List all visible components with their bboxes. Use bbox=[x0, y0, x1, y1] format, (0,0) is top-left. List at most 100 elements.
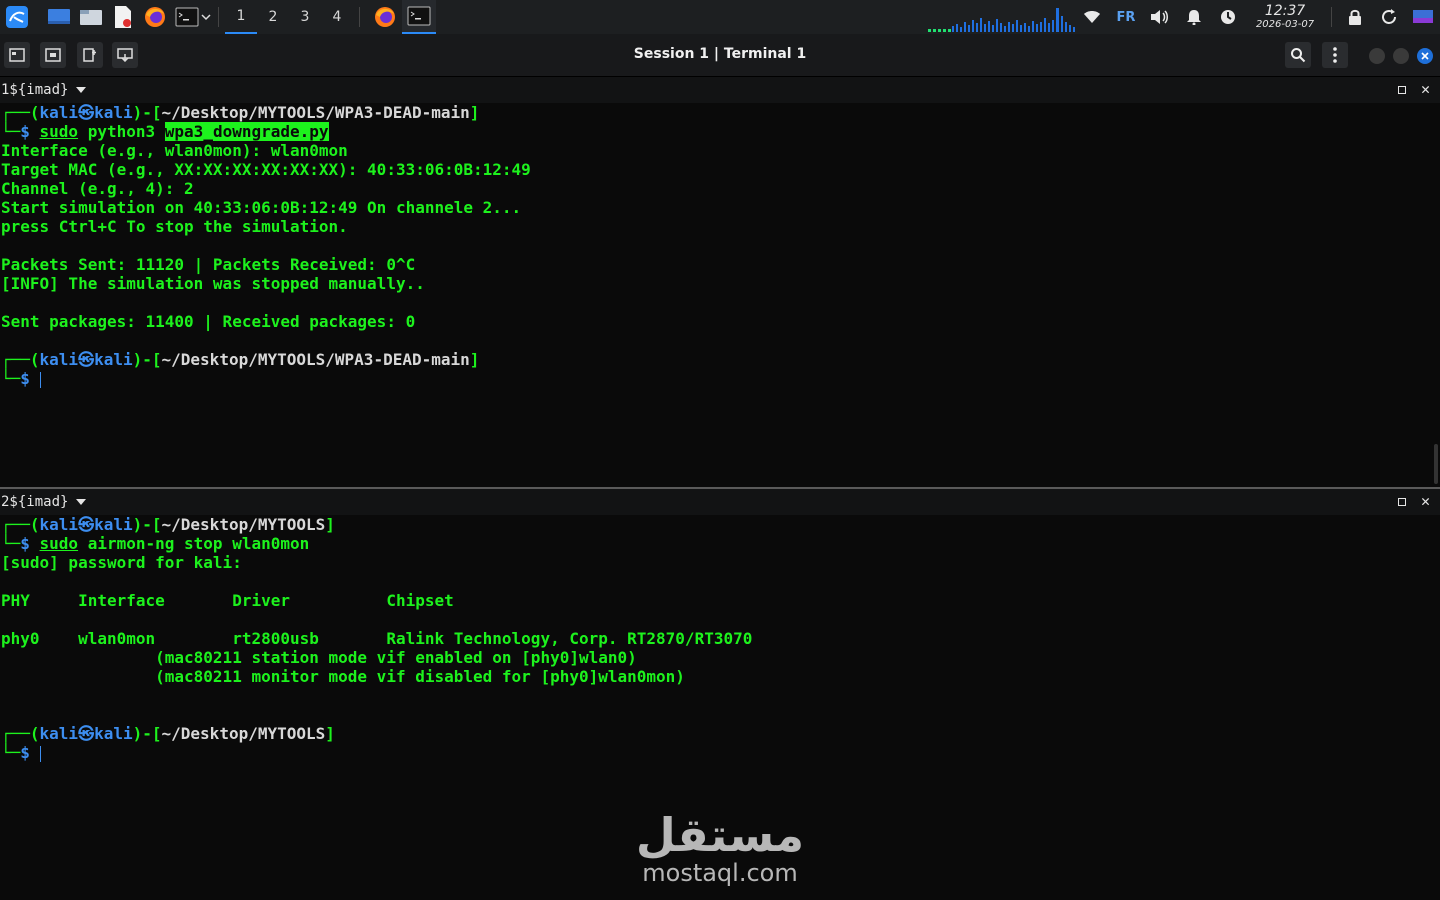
terminal-line: ┌──(kali㉿kali)-[~/Desktop/MYTOOLS/WPA3-D… bbox=[1, 103, 531, 122]
pane-2-title: 2${imad} bbox=[1, 494, 69, 510]
close-pane-icon[interactable]: ✕ bbox=[1421, 80, 1430, 98]
kebab-menu-icon[interactable] bbox=[1322, 42, 1348, 68]
chevron-down-icon[interactable] bbox=[76, 87, 87, 93]
prompt-dollar: $ bbox=[20, 122, 40, 141]
close-button[interactable] bbox=[1417, 48, 1433, 64]
chevron-down-icon[interactable] bbox=[200, 0, 212, 34]
pane-2-header[interactable]: 2${imad} ✕ bbox=[0, 489, 1440, 515]
terminal-icon[interactable] bbox=[174, 4, 200, 30]
workspace-3[interactable]: 3 bbox=[289, 0, 321, 34]
display-icon[interactable] bbox=[1406, 0, 1440, 34]
prompt-punctuation: ] bbox=[325, 724, 335, 743]
terminal-line: ┌──(kali㉿kali)-[~/Desktop/MYTOOLS/WPA3-D… bbox=[1, 350, 531, 369]
text-cursor[interactable] bbox=[39, 371, 41, 388]
refresh-icon[interactable] bbox=[1372, 0, 1406, 34]
workspace-2[interactable]: 2 bbox=[257, 0, 289, 34]
maximize-pane-icon[interactable] bbox=[1398, 498, 1406, 506]
prompt-host: kali bbox=[94, 350, 133, 369]
terminal-line: phy0 wlan0mon rt2800usb Ralink Technolog… bbox=[1, 629, 752, 648]
terminal-line: └─$ sudo python3 wpa3_downgrade.py bbox=[1, 122, 531, 141]
prompt-dollar: $ bbox=[20, 369, 40, 388]
pane-1-header[interactable]: 1${imad} ✕ bbox=[0, 77, 1440, 103]
maximize-button[interactable] bbox=[1393, 48, 1409, 64]
prompt-punctuation: └─ bbox=[1, 122, 21, 141]
watermark-arabic: مستقل bbox=[635, 808, 805, 862]
prompt-path: ~/Desktop/MYTOOLS/WPA3-DEAD-main bbox=[161, 103, 470, 122]
text-cursor[interactable] bbox=[39, 745, 41, 762]
wifi-icon[interactable] bbox=[1075, 0, 1109, 34]
terminal-line: [sudo] password for kali: bbox=[1, 553, 752, 572]
output-line: Target MAC (e.g., XX:XX:XX:XX:XX:XX): 40… bbox=[1, 160, 531, 179]
terminal-line: [INFO] The simulation was stopped manual… bbox=[1, 274, 531, 293]
pane-1-title: 1${imad} bbox=[1, 82, 69, 98]
workspace-1[interactable]: 1 bbox=[225, 0, 257, 34]
notification-bell-icon[interactable] bbox=[1177, 0, 1211, 34]
prompt-punctuation: ┌──( bbox=[1, 350, 40, 369]
power-icon[interactable] bbox=[1211, 0, 1245, 34]
output-line: [sudo] password for kali: bbox=[1, 553, 242, 572]
window-title: Session 1 | Terminal 1 bbox=[633, 46, 807, 62]
prompt-punctuation bbox=[155, 122, 165, 141]
output-line: phy0 wlan0mon rt2800usb Ralink Technolog… bbox=[1, 629, 753, 648]
prompt-punctuation bbox=[78, 534, 88, 553]
prompt-punctuation: )-[ bbox=[132, 515, 162, 534]
prompt-user: kali bbox=[39, 724, 79, 743]
clock-time: 12:37 bbox=[1264, 3, 1306, 19]
scrollbar[interactable] bbox=[1434, 444, 1438, 484]
prompt-at-symbol: ㉿ bbox=[78, 350, 95, 369]
close-pane-icon[interactable]: ✕ bbox=[1421, 492, 1430, 510]
maximize-pane-icon[interactable] bbox=[1398, 86, 1406, 94]
watermark-latin: mostaql.com bbox=[642, 859, 798, 887]
watermark-logo: مستقل mostaql.com bbox=[620, 810, 820, 886]
prompt-punctuation: ] bbox=[325, 515, 335, 534]
file-manager-icon[interactable] bbox=[78, 4, 104, 30]
command-argument: wpa3_downgrade.py bbox=[164, 122, 329, 141]
text-editor-icon[interactable] bbox=[110, 4, 136, 30]
firefox-icon[interactable] bbox=[142, 4, 168, 30]
prompt-dollar: $ bbox=[20, 534, 40, 553]
clock[interactable]: 12:37 2026-03-07 bbox=[1245, 4, 1325, 30]
lock-icon[interactable] bbox=[1338, 0, 1372, 34]
prompt-punctuation bbox=[78, 122, 88, 141]
output-line: Sent packages: 11400 | Received packages… bbox=[1, 312, 416, 331]
top-panel: 1 2 3 4 FR 12:37 2026-03-07 bbox=[0, 0, 1440, 34]
terminal-line: └─$ sudo airmon-ng stop wlan0mon bbox=[1, 534, 752, 553]
output-line: [INFO] The simulation was stopped manual… bbox=[1, 274, 425, 293]
keyboard-layout[interactable]: FR bbox=[1109, 0, 1143, 34]
clock-date: 2026-03-07 bbox=[1255, 19, 1315, 30]
search-icon[interactable] bbox=[1285, 42, 1311, 68]
terminal-taskbar-icon[interactable] bbox=[402, 0, 436, 34]
prompt-path: ~/Desktop/MYTOOLS bbox=[161, 724, 326, 743]
output-line: Interface (e.g., wlan0mon): wlan0mon bbox=[1, 141, 348, 160]
output-line: (mac80211 monitor mode vif disabled for … bbox=[1, 667, 685, 686]
terminal-line: PHY Interface Driver Chipset bbox=[1, 591, 752, 610]
prompt-user: kali bbox=[39, 350, 79, 369]
prompt-punctuation: ┌──( bbox=[1, 724, 40, 743]
terminal-line: Sent packages: 11400 | Received packages… bbox=[1, 312, 531, 331]
output-line: (mac80211 station mode vif enabled on [p… bbox=[1, 648, 637, 667]
output-line: PHY Interface Driver Chipset bbox=[1, 591, 454, 610]
prompt-punctuation: )-[ bbox=[132, 103, 162, 122]
prompt-punctuation: )-[ bbox=[132, 724, 162, 743]
workspace-4[interactable]: 4 bbox=[321, 0, 353, 34]
prompt-punctuation: ] bbox=[469, 350, 480, 369]
volume-icon[interactable] bbox=[1143, 0, 1177, 34]
minimize-button[interactable] bbox=[1369, 48, 1385, 64]
prompt-dollar: $ bbox=[20, 743, 40, 762]
prompt-punctuation: └─ bbox=[1, 534, 21, 553]
terminal-line: Interface (e.g., wlan0mon): wlan0mon bbox=[1, 141, 531, 160]
chevron-down-icon[interactable] bbox=[76, 499, 87, 505]
terminal-pane-1[interactable]: ┌──(kali㉿kali)-[~/Desktop/MYTOOLS/WPA3-D… bbox=[0, 103, 1440, 487]
kali-menu-icon[interactable] bbox=[4, 4, 30, 30]
panel-separator bbox=[359, 7, 360, 27]
prompt-user: kali bbox=[39, 103, 79, 122]
firefox-taskbar-icon[interactable] bbox=[372, 4, 398, 30]
prompt-at-symbol: ㉿ bbox=[78, 724, 95, 743]
show-desktop-icon[interactable] bbox=[46, 4, 72, 30]
terminal-line: ┌──(kali㉿kali)-[~/Desktop/MYTOOLS] bbox=[1, 515, 752, 534]
terminal-line: ┌──(kali㉿kali)-[~/Desktop/MYTOOLS] bbox=[1, 724, 752, 743]
